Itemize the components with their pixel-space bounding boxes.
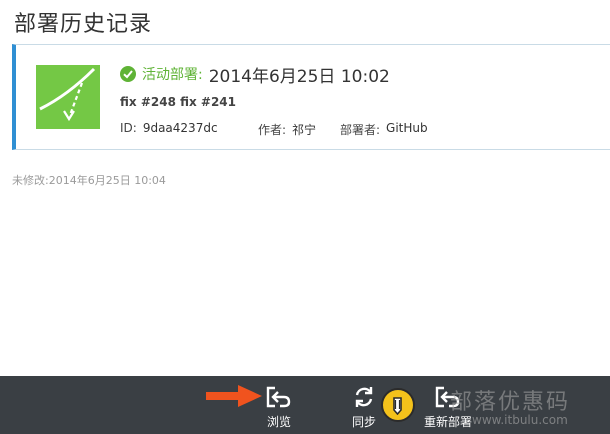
deployer-value: GitHub [386,121,428,135]
pencil-badge-icon [381,388,415,422]
id-value: 9daa4237dc [142,121,218,135]
sync-label: 同步 [351,415,376,429]
status-label: 活动部署: [142,67,203,83]
page-title: 部署历史记录 [14,12,153,37]
red-arrow-icon [206,385,262,407]
check-circle-icon [120,66,136,82]
deployment-meta: ID: 9daa4237dc 作者: 祁宁 部署者: GitHub [120,121,428,138]
browse-label: 浏览 [266,415,291,429]
deployment-card[interactable]: 活动部署: 2014年6月25日 10:02 fix #248 fix #241… [12,44,610,150]
commit-message: fix #248 fix #241 [120,95,237,109]
deploy-site-icon [36,65,100,129]
watermark-url: www.itbulu.com [472,413,568,427]
browse-icon [266,386,291,408]
sync-icon [355,387,373,407]
author-value: 祁宁 [292,123,317,137]
modified-text: 未修改:2014年6月25日 10:04 [12,174,166,187]
id-label: ID: [120,121,137,135]
deployer-label: 部署者: [340,123,381,137]
watermark-text: 部落优惠码 [450,390,571,415]
deploy-time: 2014年6月25日 10:02 [208,66,390,87]
author-label: 作者: [258,123,287,137]
